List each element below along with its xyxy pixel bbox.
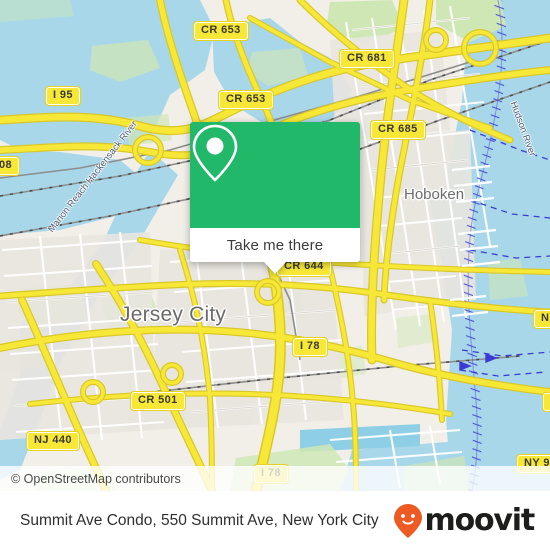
popup-pointer-tail xyxy=(264,262,286,274)
road-shield-i-95[interactable]: I 95 xyxy=(45,86,81,106)
moovit-wordmark: moovit xyxy=(424,502,536,538)
road-shield-508-clipped[interactable]: 08 xyxy=(0,156,21,176)
map-canvas[interactable]: Hoboken Jersey City Marion Reach Hackens… xyxy=(0,0,550,491)
location-pin-icon xyxy=(192,124,238,182)
road-shield-cr-681[interactable]: CR 681 xyxy=(339,49,395,69)
place-label-jersey-city: Jersey City xyxy=(120,303,227,326)
road-shield-cr-653-south[interactable]: CR 653 xyxy=(218,90,274,110)
popup-header xyxy=(190,122,360,228)
map-attribution: © OpenStreetMap contributors xyxy=(0,466,550,491)
location-caption: Summit Ave Condo, 550 Summit Ave, New Yo… xyxy=(20,511,379,529)
road-shield-cr-685[interactable]: CR 685 xyxy=(370,120,426,140)
road-shield-ny-mid-clipped[interactable]: NY xyxy=(541,392,550,412)
road-shield-cr-501[interactable]: CR 501 xyxy=(130,391,186,411)
footer-bar: Summit Ave Condo, 550 Summit Ave, New Yo… xyxy=(0,491,550,550)
road-shield-i-78-upper[interactable]: I 78 xyxy=(292,337,328,357)
road-shield-ny-upper-clipped[interactable]: NY xyxy=(532,309,550,329)
location-popup-card[interactable]: Take me there xyxy=(190,122,360,274)
popup-action-row[interactable]: Take me there xyxy=(190,228,360,262)
place-label-hoboken: Hoboken xyxy=(404,186,465,203)
road-shield-nj-440[interactable]: NJ 440 xyxy=(26,431,80,451)
map-share-card: Hoboken Jersey City Marion Reach Hackens… xyxy=(0,0,550,550)
moovit-brand[interactable]: moovit xyxy=(393,503,550,539)
take-me-there-button[interactable]: Take me there xyxy=(227,237,323,254)
attribution-text: © OpenStreetMap contributors xyxy=(11,471,181,486)
road-shield-cr-653-north[interactable]: CR 653 xyxy=(193,21,249,41)
moovit-smiley-pin-icon xyxy=(393,503,422,538)
